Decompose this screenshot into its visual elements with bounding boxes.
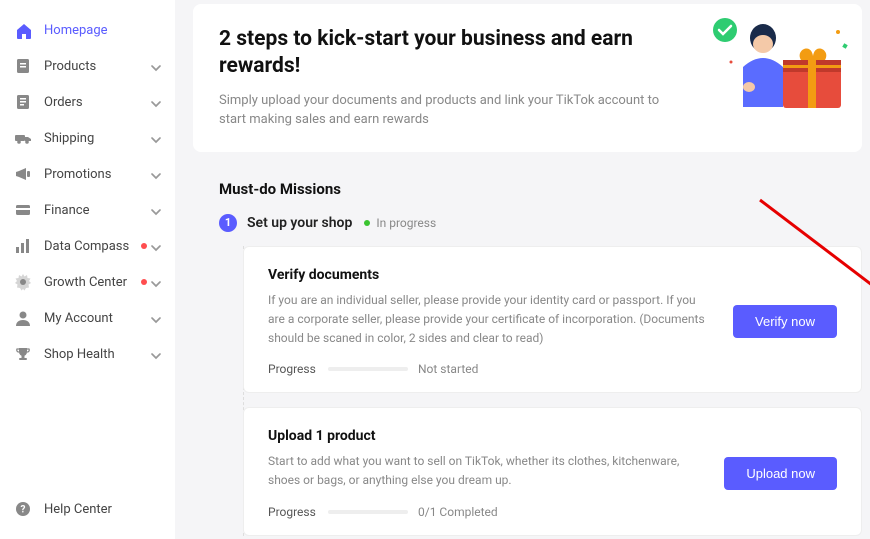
main-content: 2 steps to kick-start your business and …	[175, 0, 870, 539]
mission-step-header: 1 Set up your shop In progress	[219, 214, 862, 232]
sidebar: Homepage Products Orders Shipping Promotions…	[0, 0, 175, 539]
sidebar-item-label: Finance	[44, 203, 147, 218]
sidebar-item-label: Help Center	[44, 502, 161, 517]
sidebar-item-label: Products	[44, 59, 147, 74]
progress-text: 0/1 Completed	[418, 505, 498, 519]
sidebar-item-label: Homepage	[44, 23, 161, 38]
chevron-down-icon	[147, 275, 161, 289]
missions-section-title: Must-do Missions	[219, 180, 862, 198]
sidebar-item-shipping[interactable]: Shipping	[0, 120, 175, 156]
sidebar-item-finance[interactable]: Finance	[0, 192, 175, 228]
chevron-down-icon	[147, 203, 161, 217]
megaphone-icon	[14, 165, 32, 183]
progress-text: Not started	[418, 362, 478, 376]
mission-step-status: In progress	[376, 216, 436, 230]
svg-text:?: ?	[21, 505, 26, 516]
chevron-down-icon	[147, 167, 161, 181]
chevron-down-icon	[147, 59, 161, 73]
truck-icon	[14, 129, 32, 147]
doc-icon	[14, 93, 32, 111]
sidebar-item-shop-health[interactable]: Shop Health	[0, 336, 175, 372]
home-icon	[14, 21, 32, 39]
sidebar-item-label: Promotions	[44, 167, 147, 182]
sidebar-item-my-account[interactable]: My Account	[0, 300, 175, 336]
upload-now-button[interactable]: Upload now	[724, 457, 837, 490]
user-icon	[14, 309, 32, 327]
chevron-down-icon	[147, 131, 161, 145]
chevron-down-icon	[147, 311, 161, 325]
progress-label: Progress	[268, 362, 328, 376]
mission-step-number: 1	[219, 214, 237, 232]
card-description: If you are an individual seller, please …	[268, 291, 713, 349]
sidebar-item-label: Data Compass	[44, 239, 135, 254]
mission-card: Verify documents If you are an individual…	[243, 246, 862, 394]
chevron-down-icon	[147, 239, 161, 253]
mission-step-title: Set up your shop	[247, 215, 352, 231]
card-description: Start to add what you want to sell on Ti…	[268, 452, 704, 490]
help-icon: ?	[14, 500, 32, 518]
hero-illustration	[705, 12, 850, 124]
card-icon	[14, 201, 32, 219]
hero-subtitle: Simply upload your documents and product…	[219, 91, 682, 130]
progress-bar	[328, 367, 408, 371]
verify-now-button[interactable]: Verify now	[733, 305, 837, 338]
sidebar-item-label: Shop Health	[44, 347, 147, 362]
sidebar-item-homepage[interactable]: Homepage	[0, 12, 175, 48]
chevron-down-icon	[147, 347, 161, 361]
sidebar-item-label: Growth Center	[44, 275, 135, 290]
status-dot-icon	[364, 220, 370, 226]
file-icon	[14, 57, 32, 75]
chevron-down-icon	[147, 95, 161, 109]
progress-label: Progress	[268, 505, 328, 519]
card-title: Verify documents	[268, 267, 713, 283]
gear-icon	[14, 273, 32, 291]
progress-bar	[328, 510, 408, 514]
trophy-icon	[14, 345, 32, 363]
hero-title: 2 steps to kick-start your business and …	[219, 26, 682, 81]
sidebar-item-orders[interactable]: Orders	[0, 84, 175, 120]
sidebar-item-help-center[interactable]: ? Help Center	[0, 491, 175, 527]
sidebar-item-label: My Account	[44, 311, 147, 326]
hero-banner: 2 steps to kick-start your business and …	[193, 4, 862, 152]
sidebar-item-label: Shipping	[44, 131, 147, 146]
card-title: Upload 1 product	[268, 428, 704, 444]
mission-card: Upload 1 product Start to add what you wa…	[243, 407, 862, 535]
sidebar-item-label: Orders	[44, 95, 147, 110]
sidebar-item-promotions[interactable]: Promotions	[0, 156, 175, 192]
chart-icon	[14, 237, 32, 255]
sidebar-item-data-compass[interactable]: Data Compass	[0, 228, 175, 264]
sidebar-item-growth-center[interactable]: Growth Center	[0, 264, 175, 300]
sidebar-item-products[interactable]: Products	[0, 48, 175, 84]
